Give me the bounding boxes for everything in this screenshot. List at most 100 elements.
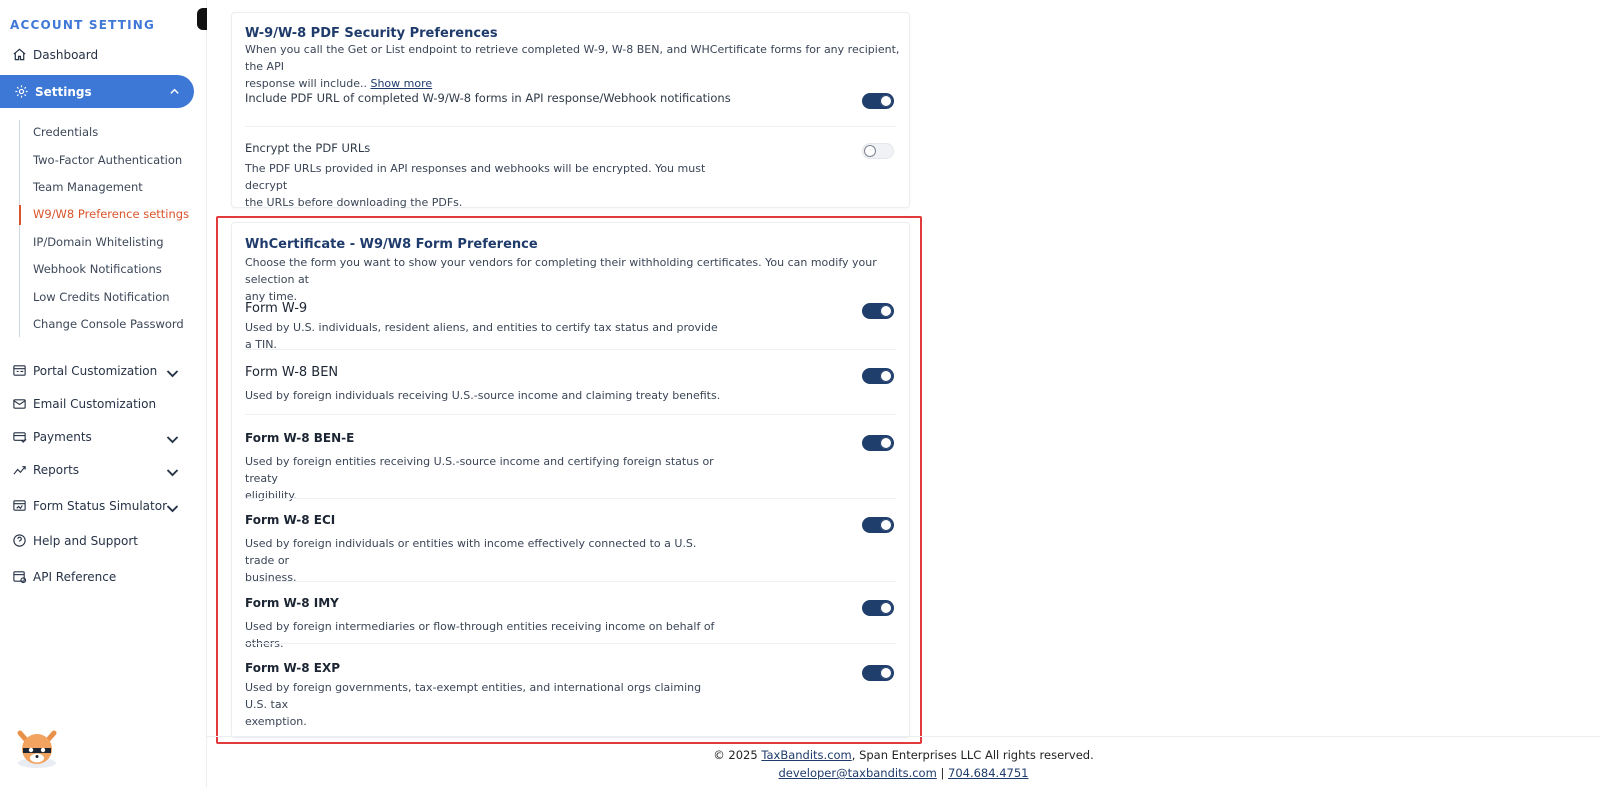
form-option-toggle[interactable]: [862, 517, 894, 533]
show-more-link[interactable]: Show more: [370, 77, 432, 90]
sidebar: ACCOUNT SETTING Dashboard Settings Crede…: [0, 0, 207, 787]
sidebar-item-api-reference[interactable]: API Reference: [12, 569, 192, 584]
reports-icon: [13, 466, 26, 475]
form-option-title: Form W-8 BEN-E: [245, 431, 355, 445]
subnav-active-indicator: [19, 205, 21, 225]
encrypt-pdf-urls-toggle[interactable]: [862, 143, 894, 159]
chevron-down-icon[interactable]: [165, 366, 180, 381]
toggle-knob: [880, 667, 892, 679]
taxbandits-link[interactable]: TaxBandits.com: [761, 748, 851, 762]
pdf-security-title: W-9/W-8 PDF Security Preferences: [245, 26, 498, 41]
description-line: eligibility.: [245, 489, 297, 502]
description-line: the URLs before downloading the PDFs.: [245, 196, 463, 209]
sidebar-subitem[interactable]: Webhook Notifications: [33, 262, 162, 276]
sidebar-item-help-and-support[interactable]: Help and Support: [12, 533, 192, 548]
toggle-knob: [880, 370, 892, 382]
sidebar-collapse-handle[interactable]: [197, 8, 207, 30]
gear-icon: [15, 85, 28, 98]
description-line: The PDF URLs provided in API responses a…: [245, 162, 706, 192]
mascot-icon[interactable]: [14, 727, 60, 769]
form-option-description: Used by U.S. individuals, resident alien…: [245, 319, 725, 353]
description-line: Used by foreign individuals or entities …: [245, 537, 697, 567]
toggle-knob: [880, 519, 892, 531]
sidebar-item-label: Reports: [33, 462, 80, 477]
sidebar-item-dashboard[interactable]: Dashboard: [12, 47, 98, 62]
sidebar-item-label: Payments: [33, 429, 92, 444]
description-line: Used by foreign entities receiving U.S.-…: [245, 455, 714, 485]
footer-copyright: © 2025 TaxBandits.com, Span Enterprises …: [207, 746, 1600, 764]
developer-email-link[interactable]: developer@taxbandits.com: [779, 766, 937, 780]
description-line: Used by foreign intermediaries or flow-t…: [245, 620, 715, 650]
divider: [245, 414, 896, 415]
sidebar-item-label: Dashboard: [33, 47, 99, 62]
divider: [245, 581, 896, 582]
form-option-toggle[interactable]: [862, 665, 894, 681]
description-line: exemption.: [245, 715, 307, 728]
chevron-up-icon[interactable]: [169, 86, 180, 97]
form-option-toggle[interactable]: [862, 368, 894, 384]
toggle-knob: [880, 437, 892, 449]
divider: [245, 498, 896, 499]
contact-separator: |: [936, 766, 948, 780]
form-preference-description: Choose the form you want to show your ve…: [245, 254, 905, 305]
include-pdf-url-toggle[interactable]: [862, 93, 894, 109]
description-line: response will include..: [245, 77, 367, 90]
email-icon: [13, 399, 26, 409]
form-option-title: Form W-9: [245, 301, 308, 316]
toggle-knob: [880, 95, 892, 107]
form-option-toggle[interactable]: [862, 600, 894, 616]
description-line: Choose the form you want to show your ve…: [245, 256, 877, 286]
sidebar-item-portal-customization[interactable]: Portal Customization: [12, 363, 192, 378]
chevron-down-icon[interactable]: [165, 501, 180, 516]
sidebar-subitem[interactable]: Low Credits Notification: [33, 290, 170, 304]
form-option-description: Used by foreign individuals receiving U.…: [245, 387, 725, 404]
sidebar-subitem[interactable]: IP/Domain Whitelisting: [33, 235, 164, 249]
toggle-knob: [880, 305, 892, 317]
home-icon: [13, 48, 26, 61]
description-line: When you call the Get or List endpoint t…: [245, 43, 900, 73]
sidebar-item-label: Settings: [35, 84, 92, 99]
sidebar-subitem[interactable]: W9/W8 Preference settings: [33, 207, 189, 221]
form-option-description: Used by foreign intermediaries or flow-t…: [245, 618, 725, 652]
sidebar-item-label: Form Status Simulator: [33, 498, 168, 513]
divider: [245, 126, 896, 127]
sidebar-item-payments[interactable]: Payments: [12, 429, 192, 444]
api-icon: [13, 571, 27, 584]
chevron-down-icon[interactable]: [165, 465, 180, 480]
sidebar-item-label: API Reference: [33, 569, 117, 584]
sidebar-item-email-customization[interactable]: Email Customization: [12, 396, 192, 411]
description-line: business.: [245, 571, 297, 584]
description-line: Used by U.S. individuals, resident alien…: [245, 321, 718, 351]
copyright-suffix: , Span Enterprises LLC All rights reserv…: [851, 748, 1094, 762]
chevron-down-icon[interactable]: [165, 432, 180, 447]
sidebar-item-reports[interactable]: Reports: [12, 462, 192, 477]
footer-contact: developer@taxbandits.com | 704.684.4751: [207, 764, 1600, 782]
form-option-title: Form W-8 BEN: [245, 365, 339, 380]
sidebar-subitem[interactable]: Change Console Password: [33, 317, 184, 331]
sidebar-subitem[interactable]: Team Management: [33, 180, 143, 194]
form-option-toggle[interactable]: [862, 435, 894, 451]
sidebar-item-label: Email Customization: [33, 396, 157, 411]
divider: [245, 349, 896, 350]
description-line: Used by foreign governments, tax-exempt …: [245, 681, 702, 711]
pdf-security-description: When you call the Get or List endpoint t…: [245, 41, 905, 92]
form-option-title: Form W-8 ECI: [245, 513, 336, 527]
toggle-knob: [864, 145, 876, 157]
sidebar-item-form-status-simulator[interactable]: Form Status Simulator: [12, 498, 192, 513]
sidebar-heading: ACCOUNT SETTING: [10, 18, 156, 32]
sidebar-subitem[interactable]: Two-Factor Authentication: [33, 153, 182, 167]
sidebar-subitem[interactable]: Credentials: [33, 125, 98, 139]
form-option-title: Form W-8 EXP: [245, 661, 341, 675]
sidebar-item-label: Portal Customization: [33, 363, 158, 378]
form-option-description: Used by foreign governments, tax-exempt …: [245, 679, 725, 730]
subnav-line: [19, 120, 20, 337]
copyright-prefix: © 2025: [713, 748, 762, 762]
sidebar-item-settings[interactable]: Settings: [0, 75, 194, 108]
help-icon: [13, 534, 26, 547]
form-preference-title: WhCertificate - W9/W8 Form Preference: [245, 237, 538, 252]
form-option-title: Form W-8 IMY: [245, 596, 339, 610]
phone-link[interactable]: 704.684.4751: [948, 766, 1028, 780]
encrypt-pdf-title: Encrypt the PDF URLs: [245, 141, 371, 155]
form-option-toggle[interactable]: [862, 303, 894, 319]
pdf-security-card: W-9/W-8 PDF Security Preferences When yo…: [231, 12, 910, 209]
